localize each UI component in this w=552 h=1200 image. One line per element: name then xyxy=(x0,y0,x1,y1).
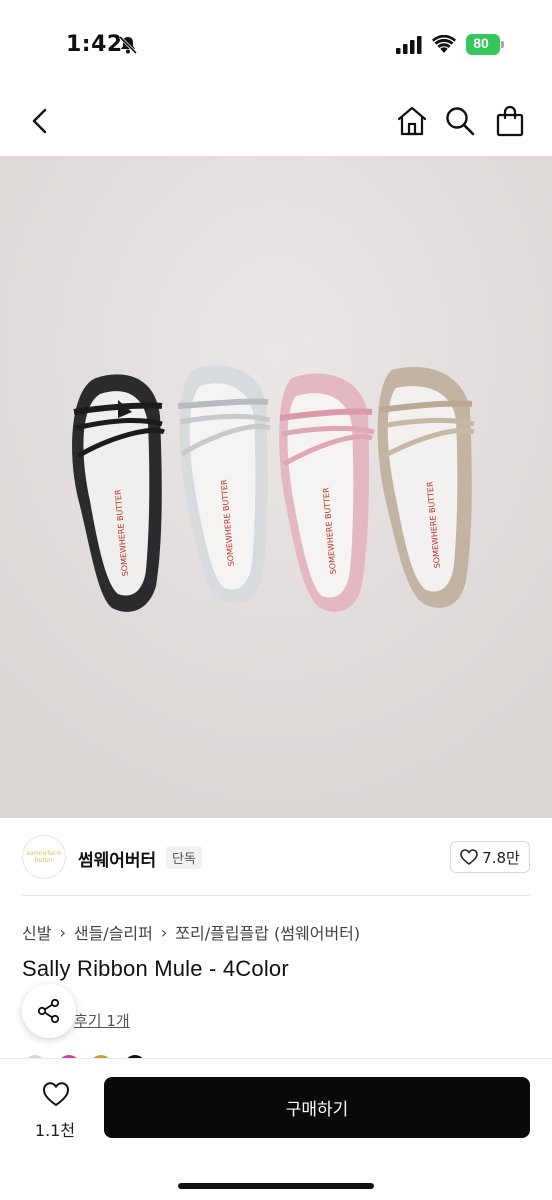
signal-icon xyxy=(396,36,422,54)
bag-icon[interactable] xyxy=(494,104,526,137)
back-icon[interactable] xyxy=(26,106,54,136)
sandals-illustration: SOMEWHERE BUTTER SOMEWHERE BUTTER SOMEWH… xyxy=(0,156,552,818)
bell-slash-icon xyxy=(118,35,138,55)
home-indicator xyxy=(178,1183,374,1189)
bottom-action-bar: 1.1천 구매하기 xyxy=(0,1058,552,1200)
battery-icon: 80 xyxy=(466,34,504,55)
home-icon[interactable] xyxy=(396,105,428,137)
divider xyxy=(22,895,530,896)
seller-row[interactable]: somewhere butter 썸웨어버터 단독 7.8만 xyxy=(0,818,552,896)
breadcrumb: 신발 › 샌들/슬리퍼 › 쪼리/플립플랍 (썸웨어버터) xyxy=(22,920,360,944)
exclusive-badge: 단독 xyxy=(166,846,202,869)
breadcrumb-item-sandals[interactable]: 샌들/슬리퍼 xyxy=(74,920,153,944)
battery-cap xyxy=(501,41,504,48)
search-icon[interactable] xyxy=(444,105,476,137)
status-time: 1:42 xyxy=(66,32,123,57)
battery-percent: 80 xyxy=(473,35,489,51)
nav-bar xyxy=(0,88,552,156)
product-title: Sally Ribbon Mule - 4Color xyxy=(22,956,289,981)
share-button[interactable] xyxy=(22,984,76,1038)
wishlist-button[interactable]: 1.1천 xyxy=(20,1077,90,1143)
seller-like-button[interactable]: 7.8만 xyxy=(450,841,530,873)
review-link[interactable]: 후기 1개 xyxy=(74,1010,130,1031)
chevron-right-icon: › xyxy=(160,922,168,942)
seller-name[interactable]: 썸웨어버터 xyxy=(78,846,156,871)
heart-icon xyxy=(460,849,478,865)
status-bar: 1:42 80 xyxy=(0,0,552,88)
breadcrumb-item-flipflops[interactable]: 쪼리/플립플랍 (썸웨어버터) xyxy=(175,920,360,944)
seller-like-count: 7.8만 xyxy=(482,848,520,867)
product-photo[interactable]: SOMEWHERE BUTTER SOMEWHERE BUTTER SOMEWH… xyxy=(0,156,552,818)
breadcrumb-item-shoes[interactable]: 신발 xyxy=(22,920,51,944)
seller-logo[interactable]: somewhere butter xyxy=(22,835,66,879)
wishlist-count: 1.1천 xyxy=(34,1121,76,1140)
chevron-right-icon: › xyxy=(59,922,66,942)
heart-icon xyxy=(42,1082,70,1107)
wifi-icon xyxy=(432,35,456,53)
share-icon xyxy=(37,998,60,1024)
buy-button[interactable]: 구매하기 xyxy=(104,1077,530,1138)
